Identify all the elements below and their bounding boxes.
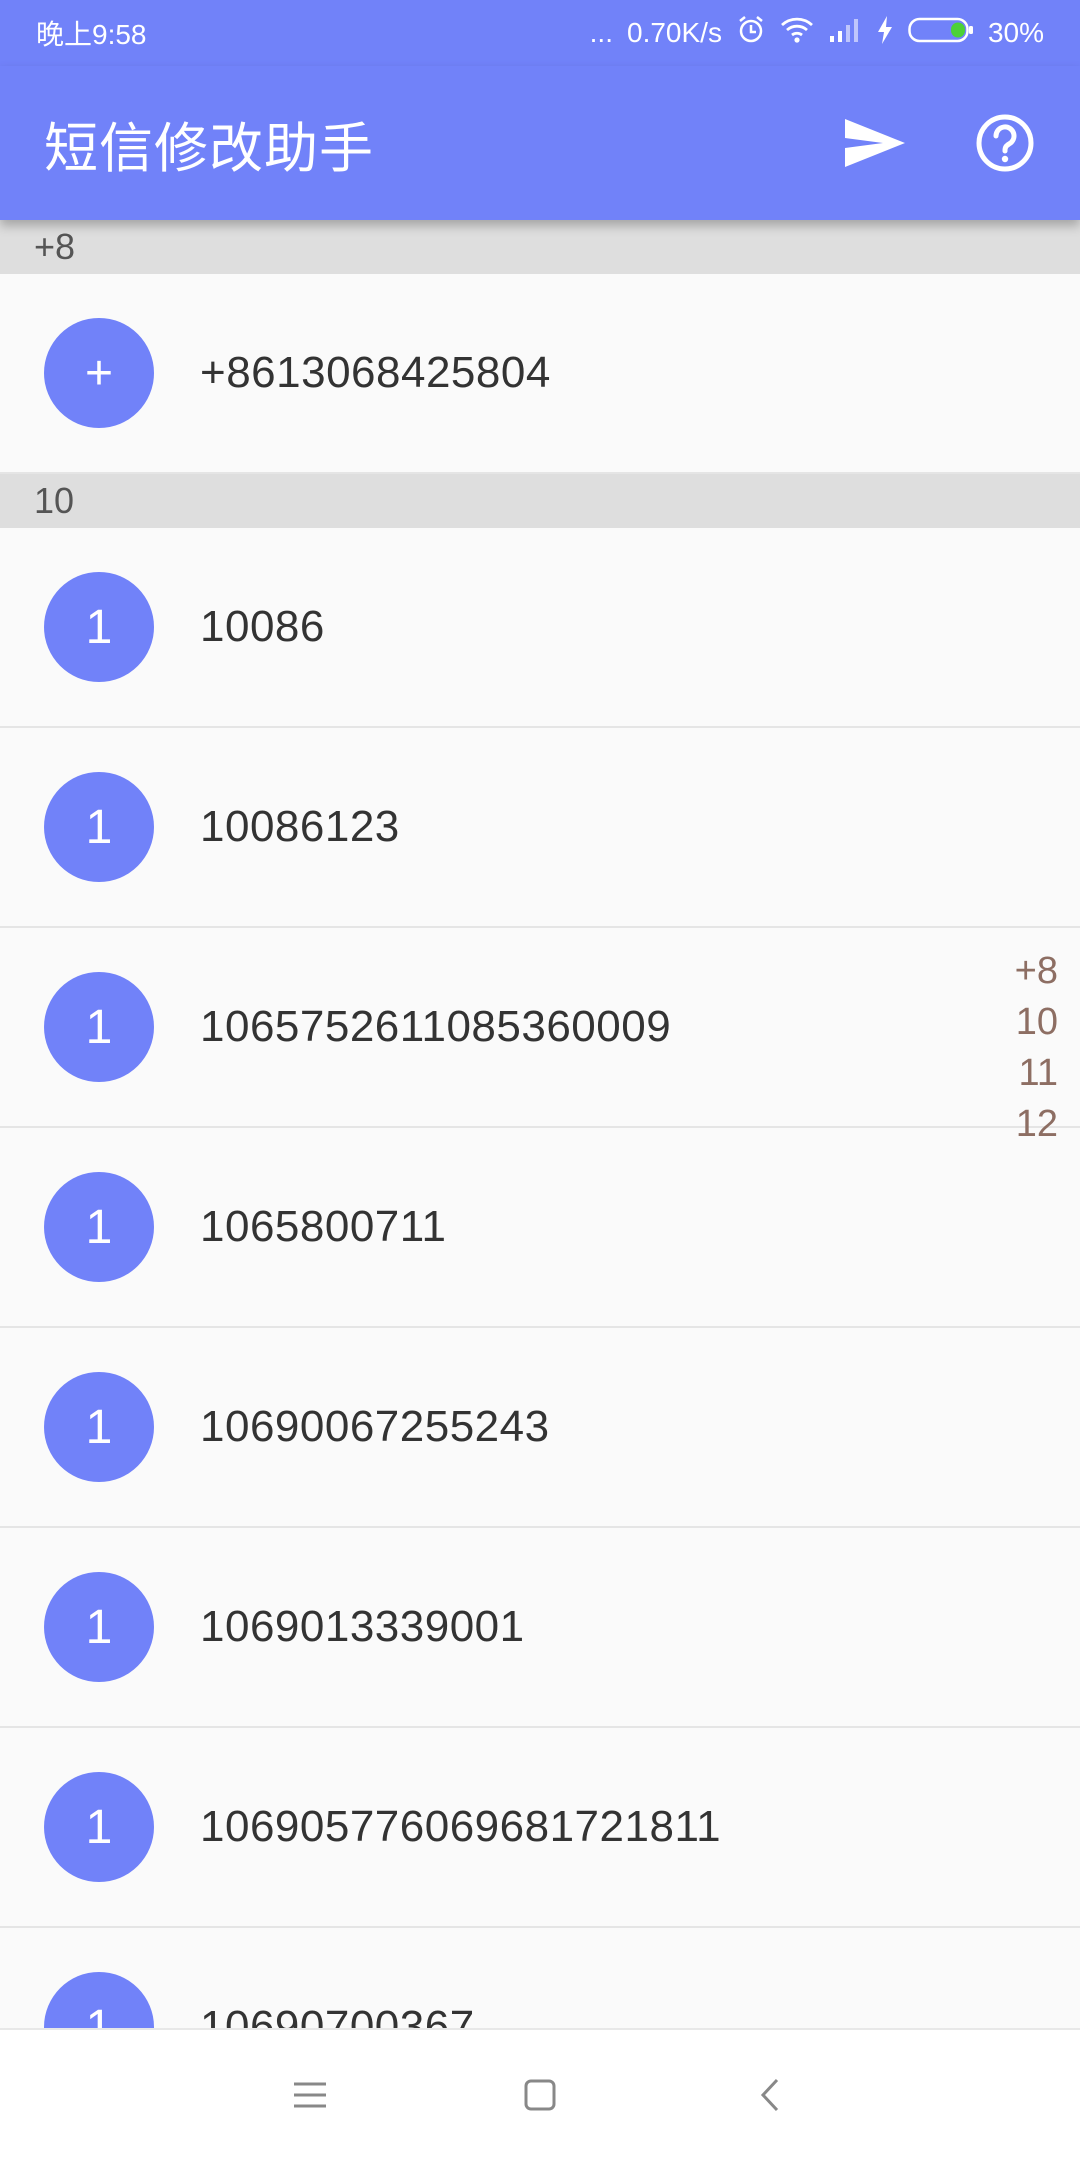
charging-icon — [876, 15, 894, 52]
section-header: +8 — [0, 220, 1080, 274]
avatar: + — [44, 318, 154, 428]
back-icon[interactable] — [740, 2065, 800, 2125]
phone-number: 1069013339001 — [200, 1602, 525, 1651]
avatar: 1 — [44, 972, 154, 1082]
list-item[interactable]: 1 106905776069681721811 — [0, 1728, 1080, 1928]
index-item[interactable]: +8 — [1015, 946, 1058, 997]
battery-icon — [908, 15, 974, 52]
avatar: 1 — [44, 1972, 154, 2028]
section-header-label: 10 — [34, 480, 75, 521]
list-item[interactable]: 1 10086 — [0, 528, 1080, 728]
phone-number: 106905776069681721811 — [200, 1802, 722, 1851]
avatar: 1 — [44, 1772, 154, 1882]
menu-icon[interactable] — [280, 2065, 340, 2125]
contact-list[interactable]: +8 + +8613068425804 10 1 10086 1 1008612… — [0, 220, 1080, 2028]
status-dots: ... — [589, 17, 613, 48]
network-speed: 0.70K/s — [627, 17, 722, 48]
list-item[interactable]: 1 10690067255243 — [0, 1328, 1080, 1528]
status-bar: 晚上9:58 ... 0.70K/s 30% — [0, 0, 1080, 66]
status-icons: ... 0.70K/s 30% — [590, 15, 1044, 52]
battery-percent: 30% — [987, 17, 1044, 48]
phone-number: 10690067255243 — [200, 1402, 550, 1451]
phone-number: +8613068425804 — [200, 348, 551, 397]
phone-number: 1065752611085360009 — [200, 1002, 672, 1051]
list-item[interactable]: 1 1069013339001 — [0, 1528, 1080, 1728]
avatar: 1 — [44, 772, 154, 882]
list-item[interactable]: 1 1065752611085360009 — [0, 928, 1080, 1128]
index-item[interactable]: 12 — [1016, 1099, 1058, 1150]
app-bar-actions — [842, 110, 1038, 176]
phone-number: 10086 — [200, 602, 325, 651]
list-item[interactable]: 1 10690700367 — [0, 1928, 1080, 2028]
avatar: 1 — [44, 1572, 154, 1682]
system-nav-bar — [0, 2028, 1080, 2160]
signal-icon — [828, 16, 862, 51]
phone-number: 10086123 — [200, 802, 400, 851]
avatar: 1 — [44, 572, 154, 682]
help-icon[interactable] — [972, 110, 1038, 176]
list-item[interactable]: + +8613068425804 — [0, 274, 1080, 474]
alarm-icon — [736, 15, 766, 52]
send-icon[interactable] — [842, 110, 908, 176]
index-item[interactable]: 11 — [1019, 1048, 1058, 1099]
status-time: 晚上9:58 — [36, 19, 147, 50]
wifi-icon — [780, 16, 814, 51]
section-header-label: +8 — [34, 226, 76, 267]
section-header: 10 — [0, 474, 1080, 528]
phone-number: 10690700367 — [200, 2002, 475, 2028]
list-item[interactable]: 1 10086123 — [0, 728, 1080, 928]
phone-number: 1065800711 — [200, 1202, 447, 1251]
list-item[interactable]: 1 1065800711 — [0, 1128, 1080, 1328]
avatar: 1 — [44, 1372, 154, 1482]
home-icon[interactable] — [510, 2065, 570, 2125]
index-item[interactable]: 10 — [1016, 997, 1058, 1048]
app-bar: 短信修改助手 — [0, 66, 1080, 220]
avatar: 1 — [44, 1172, 154, 1282]
app-title: 短信修改助手 — [44, 118, 374, 179]
section-index-bar[interactable]: +8 10 11 12 — [1015, 946, 1058, 1150]
